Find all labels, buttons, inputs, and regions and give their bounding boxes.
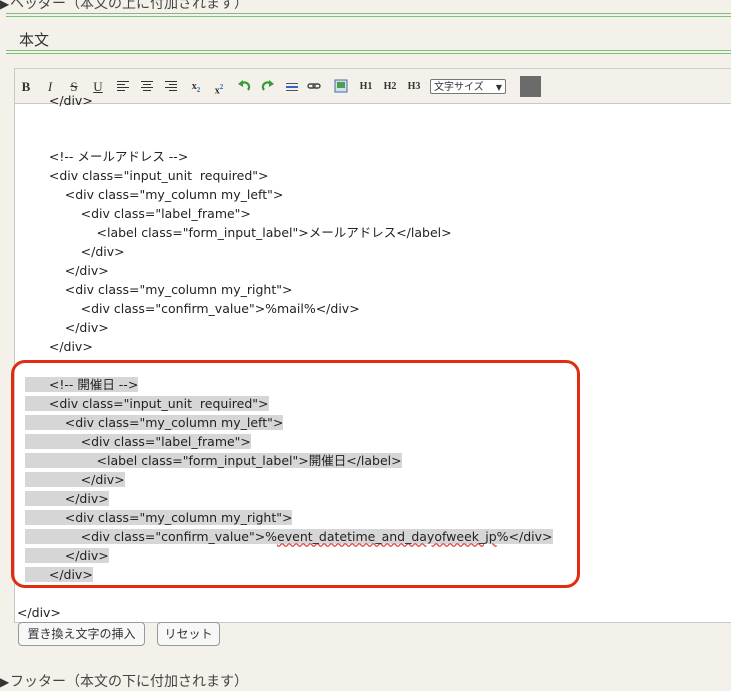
reset-button[interactable]: リセット bbox=[157, 622, 220, 646]
divider bbox=[6, 50, 731, 51]
underline-button[interactable]: U bbox=[92, 79, 104, 95]
undo-icon bbox=[238, 80, 251, 91]
font-size-select[interactable]: 文字サイズ ▼ bbox=[430, 79, 506, 94]
triangle-right-icon: ▶ bbox=[0, 675, 10, 689]
code-line: </div> bbox=[25, 339, 93, 354]
code-line-text: <div class="my_column my_left"> bbox=[25, 415, 284, 430]
triangle-right-icon: ▶ bbox=[0, 0, 10, 11]
code-line: </div> bbox=[9, 605, 61, 620]
code-editor-area[interactable]: </div> <!-- メールアドレス --> <div class="inpu… bbox=[15, 93, 731, 622]
align-right-button[interactable] bbox=[164, 79, 178, 95]
heading3-button[interactable]: H3 bbox=[405, 79, 423, 95]
header-section-label: ヘッダー（本文の上に付加されます） bbox=[10, 0, 248, 12]
heading1-button[interactable]: H1 bbox=[357, 79, 375, 95]
code-line: <div class="label_frame"> bbox=[25, 206, 251, 221]
code-line-selected: <div class="my_column my_left"> bbox=[25, 414, 284, 432]
subscript-mark: 2 bbox=[196, 86, 201, 94]
code-line-selected: <div class="confirm_value">%event_dateti… bbox=[25, 528, 553, 546]
image-button[interactable] bbox=[333, 79, 349, 95]
align-left-icon bbox=[117, 81, 129, 93]
code-line-selected: </div> bbox=[25, 490, 109, 508]
horizontal-rule-button[interactable] bbox=[284, 79, 300, 95]
align-left-button[interactable] bbox=[116, 79, 130, 95]
code-line-text: <!-- 開催日 --> bbox=[25, 377, 139, 392]
code-line: <!-- メールアドレス --> bbox=[25, 149, 189, 164]
code-line: </div> bbox=[25, 263, 109, 278]
editor-toolbar: B I S U x2 x2 H1 H2 H3 文字サイズ ▼ bbox=[15, 69, 731, 104]
font-size-select-value: 文字サイズ bbox=[434, 82, 484, 93]
code-line-selected: <div class="my_column my_right"> bbox=[25, 509, 293, 527]
code-line-selected: <!-- 開催日 --> bbox=[25, 376, 139, 394]
horizontal-rule-icon bbox=[286, 83, 298, 91]
link-button[interactable] bbox=[306, 79, 322, 95]
align-center-icon bbox=[141, 81, 153, 93]
code-line: <div class="my_column my_right"> bbox=[25, 282, 293, 297]
color-swatch-button[interactable] bbox=[520, 76, 541, 97]
redo-button[interactable] bbox=[260, 79, 276, 95]
code-line-selected: <div class="label_frame"> bbox=[25, 433, 251, 451]
code-line: </div> bbox=[25, 244, 125, 259]
code-line-text: <div class="confirm_value">% bbox=[25, 529, 278, 544]
superscript-mark: 2 bbox=[219, 83, 224, 91]
link-icon bbox=[307, 83, 321, 89]
undo-button[interactable] bbox=[236, 79, 252, 95]
superscript-button[interactable]: x2 bbox=[211, 79, 227, 96]
divider bbox=[6, 53, 731, 54]
code-line-text: <div class="my_column my_right"> bbox=[25, 510, 293, 525]
code-line-text: </div> bbox=[25, 567, 93, 582]
divider bbox=[6, 16, 731, 17]
spellcheck-underlined-text: event_datetime_and_dayofweek_jp bbox=[277, 529, 497, 544]
insert-replacement-text-button[interactable]: 置き換え文字の挿入 bbox=[18, 622, 145, 646]
body-section-title: 本文 bbox=[19, 31, 50, 49]
code-line-text: <div class="label_frame"> bbox=[25, 434, 251, 449]
heading2-button[interactable]: H2 bbox=[381, 79, 399, 95]
code-line: <div class="confirm_value">%mail%</div> bbox=[25, 301, 360, 316]
code-line-selected: </div> bbox=[25, 547, 109, 565]
code-line-selected: </div> bbox=[25, 566, 93, 584]
code-line-text: %</div> bbox=[496, 529, 553, 544]
code-line-text: <div class="input_unit required"> bbox=[25, 396, 269, 411]
code-line: </div> bbox=[25, 93, 93, 108]
code-line-text: </div> bbox=[25, 548, 109, 563]
subscript-button[interactable]: x2 bbox=[188, 79, 204, 95]
code-line-selected: </div> bbox=[25, 471, 125, 489]
code-line: </div> bbox=[25, 320, 109, 335]
redo-icon bbox=[261, 80, 274, 91]
code-line-selected: <div class="input_unit required"> bbox=[25, 395, 269, 413]
footer-section-label: フッター（本文の下に付加されます） bbox=[10, 674, 248, 690]
code-line-text: <label class="form_input_label">開催日</lab… bbox=[25, 453, 402, 468]
chevron-down-icon: ▼ bbox=[495, 83, 502, 92]
rich-text-editor: B I S U x2 x2 H1 H2 H3 文字サイズ ▼ </div> <!… bbox=[14, 68, 731, 623]
header-section-toggle[interactable]: ▶ヘッダー（本文の上に付加されます） bbox=[0, 0, 731, 12]
divider bbox=[6, 13, 731, 14]
align-right-icon bbox=[165, 81, 177, 93]
align-center-button[interactable] bbox=[140, 79, 154, 95]
code-line-text: </div> bbox=[25, 491, 109, 506]
code-line: <div class="my_column my_left"> bbox=[25, 187, 284, 202]
footer-section-toggle[interactable]: ▶フッター（本文の下に付加されます） bbox=[0, 671, 731, 691]
code-line: <div class="input_unit required"> bbox=[25, 168, 269, 183]
code-line: <label class="form_input_label">メールアドレス<… bbox=[25, 225, 452, 240]
code-line-text: </div> bbox=[25, 472, 125, 487]
code-line-selected: <label class="form_input_label">開催日</lab… bbox=[25, 452, 402, 470]
image-icon bbox=[334, 79, 348, 93]
